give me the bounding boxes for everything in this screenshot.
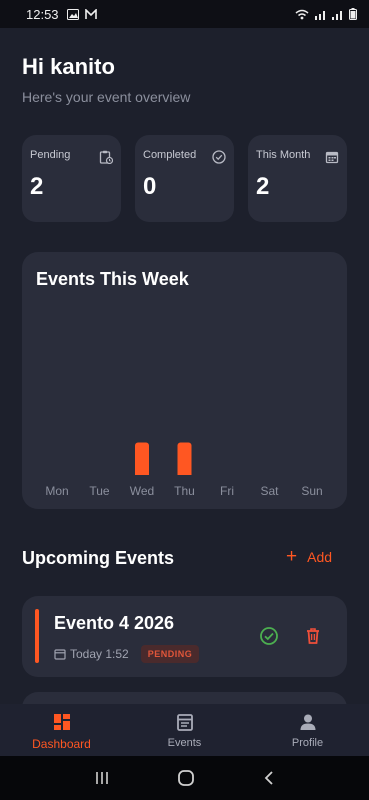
- nav-label: Profile: [291, 737, 324, 749]
- wifi-icon: [295, 9, 309, 19]
- greeting-subtitle: Here's your event overview: [22, 89, 191, 105]
- system-navigation-bar: [0, 756, 369, 800]
- dashboard-icon: [53, 714, 70, 730]
- status-badge: PENDING: [140, 645, 200, 663]
- status-time: 12:53: [26, 6, 59, 22]
- stat-card-this-month[interactable]: This Month 2: [248, 135, 347, 222]
- signal-icon: [332, 10, 342, 20]
- chart-tick-tue: Tue: [89, 484, 110, 498]
- stat-value: 2: [30, 173, 44, 200]
- nav-profile[interactable]: Profile: [246, 704, 369, 756]
- nav-dashboard[interactable]: Dashboard: [0, 704, 123, 756]
- recent-apps-icon[interactable]: [94, 771, 110, 785]
- lte-signal-icon: [315, 10, 325, 20]
- weekly-bar-chart: Mon Tue Wed Thu Fri Sat Sun: [22, 442, 347, 498]
- back-icon[interactable]: [263, 770, 275, 786]
- gmail-icon: [84, 8, 97, 19]
- status-bar: 12:53: [0, 0, 369, 28]
- chart-tick-fri: Fri: [220, 484, 234, 498]
- add-event-button[interactable]: + Add: [286, 546, 333, 567]
- add-event-label: Add: [307, 549, 333, 565]
- chart-bar-thu: [177, 442, 192, 479]
- stat-card-completed[interactable]: Completed 0: [135, 135, 234, 222]
- plus-icon: +: [286, 546, 298, 567]
- event-card[interactable]: Evento 4 2026 Today 1:52 PENDING: [22, 596, 347, 677]
- profile-icon: [300, 714, 315, 730]
- home-icon[interactable]: [177, 769, 195, 787]
- chart-tick-wed: Wed: [130, 484, 154, 498]
- event-time: Today 1:52: [70, 647, 129, 661]
- chart-tick-sun: Sun: [301, 484, 322, 498]
- events-icon: [176, 714, 193, 731]
- event-accent-bar: [35, 609, 39, 663]
- nav-label: Events: [167, 737, 202, 749]
- calendar-icon: [325, 151, 339, 164]
- weekly-chart-card: Mon Tue Wed Thu Fri Sat Sun Events This Week: [22, 252, 347, 509]
- check-circle-icon: [212, 150, 226, 164]
- stat-card-pending[interactable]: Pending 2: [22, 135, 121, 222]
- nav-events[interactable]: Events: [123, 704, 246, 756]
- upcoming-events-title: Upcoming Events: [22, 548, 175, 568]
- clipboard-clock-icon: [99, 150, 113, 164]
- nav-label: Dashboard: [32, 737, 91, 751]
- chart-bar-wed: [135, 442, 149, 479]
- chart-baseline-mask: [22, 475, 347, 479]
- battery-icon: [349, 8, 357, 20]
- complete-check-icon[interactable]: [259, 626, 279, 646]
- chart-tick-sat: Sat: [260, 484, 279, 498]
- stat-value: 0: [143, 173, 157, 200]
- stat-value: 2: [256, 173, 270, 200]
- greeting-title: Hi kanito: [22, 54, 115, 79]
- status-indicators: [295, 8, 357, 20]
- delete-trash-icon[interactable]: [303, 626, 323, 646]
- calendar-icon: [54, 649, 66, 660]
- bottom-navigation: Dashboard Events Profile: [0, 704, 369, 756]
- chart-tick-mon: Mon: [45, 484, 68, 498]
- event-title: Evento 4 2026: [54, 613, 175, 633]
- chart-title: Events This Week: [36, 269, 189, 289]
- gallery-icon: [66, 8, 79, 20]
- event-meta: Today 1:52 PENDING: [54, 645, 200, 663]
- chart-tick-thu: Thu: [174, 484, 195, 498]
